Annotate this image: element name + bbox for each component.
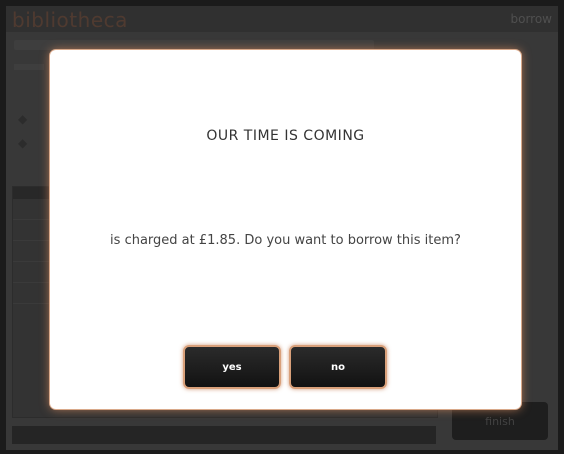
dialog-message: is charged at £1.85. Do you want to borr…	[110, 233, 461, 248]
borrow-confirm-dialog: OUR TIME IS COMING is charged at £1.85. …	[50, 50, 521, 409]
dialog-title: OUR TIME IS COMING	[206, 128, 365, 144]
yes-button[interactable]: yes	[183, 345, 281, 389]
no-button[interactable]: no	[289, 345, 387, 389]
